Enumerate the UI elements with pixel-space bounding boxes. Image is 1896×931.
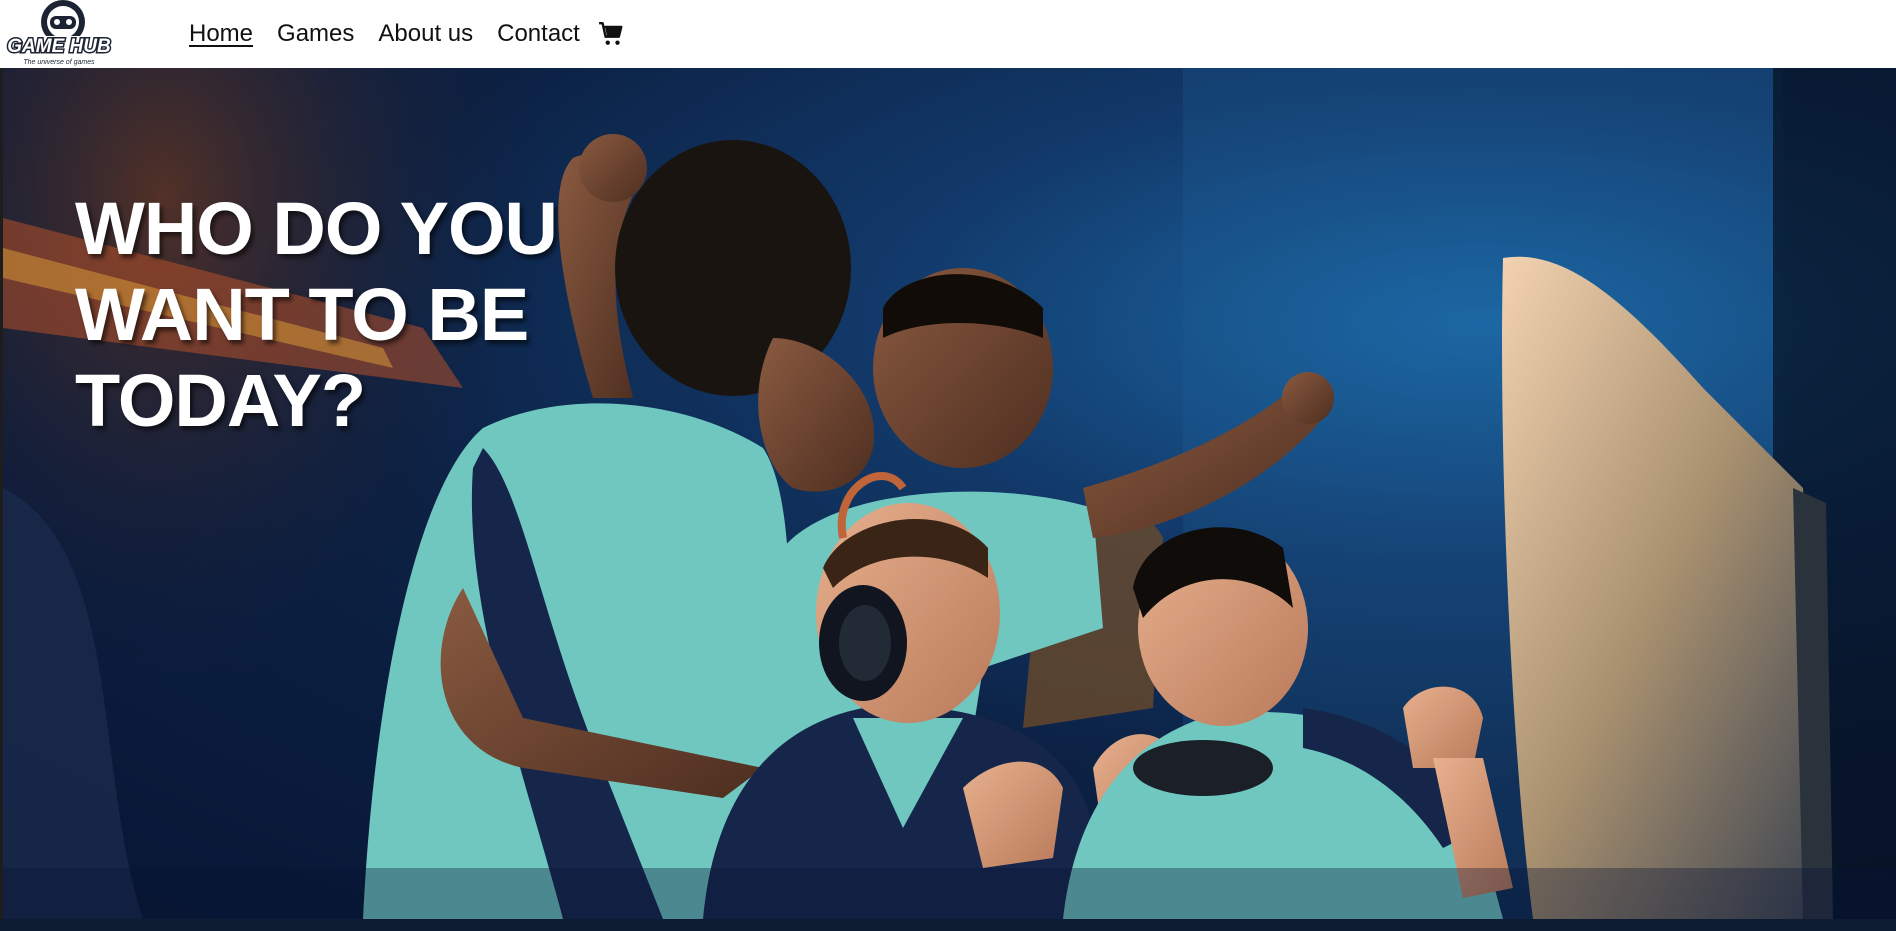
nav-contact[interactable]: Contact: [497, 18, 580, 50]
nav-games[interactable]: Games: [277, 18, 354, 50]
nav-about-us[interactable]: About us: [378, 18, 473, 50]
svg-text:The universe of games: The universe of games: [23, 59, 95, 66]
main-nav: Home Games About us Contact: [189, 18, 624, 50]
hero-headline-line-2: WANT TO BE: [75, 273, 529, 356]
hero-banner: WHO DO YOU WANT TO BE TODAY?: [3, 68, 1896, 919]
navbar: GAME HUB The universe of games Home Game…: [0, 0, 1896, 68]
hero-headline-line-1: WHO DO YOU: [75, 187, 558, 270]
nav-home[interactable]: Home: [189, 18, 253, 50]
game-hub-logo[interactable]: GAME HUB The universe of games: [3, 0, 115, 68]
svg-text:GAME HUB: GAME HUB: [7, 36, 111, 57]
hero-headline-line-3: TODAY?: [75, 359, 366, 442]
page: GAME HUB The universe of games Home Game…: [0, 0, 1896, 931]
hero-bottom-border: [0, 919, 1896, 931]
shopping-cart-icon[interactable]: [598, 21, 624, 47]
hero-headline: WHO DO YOU WANT TO BE TODAY?: [75, 186, 595, 444]
